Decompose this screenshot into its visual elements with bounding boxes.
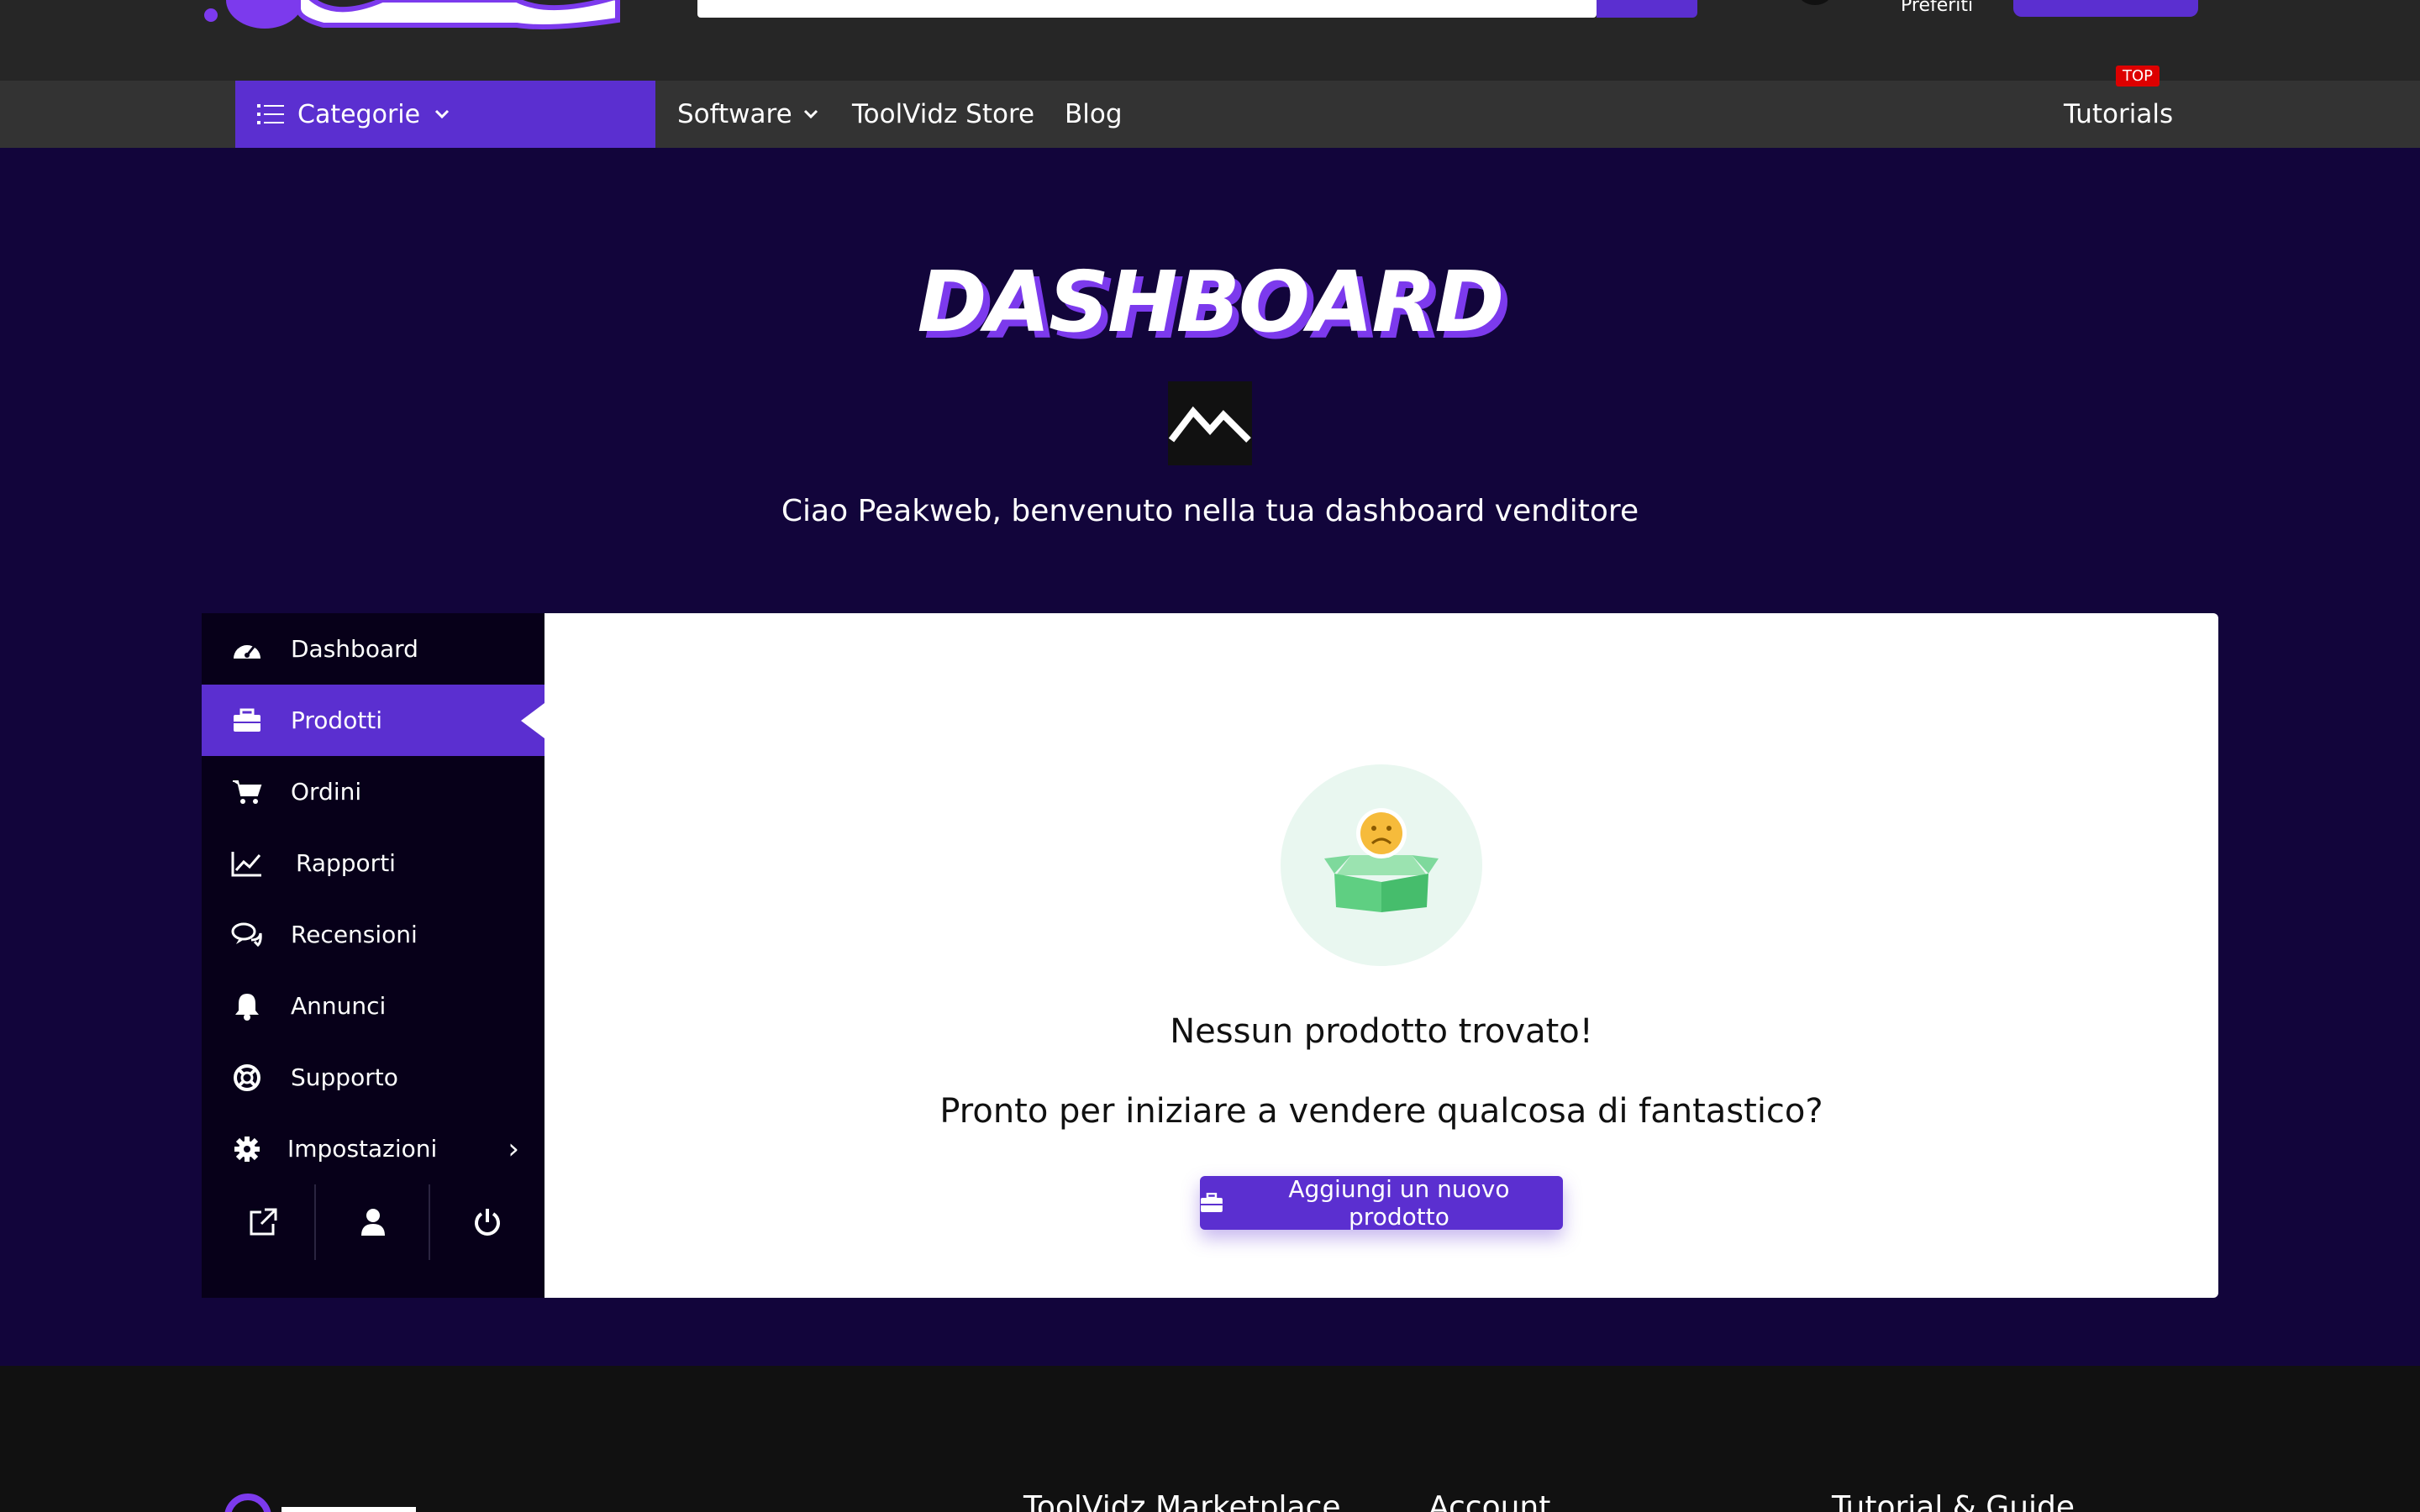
site-logo[interactable]	[197, 0, 634, 30]
products-panel: Nessun prodotto trovato! Pronto per iniz…	[544, 613, 2218, 1298]
sidebar-item-support[interactable]: Supporto	[202, 1042, 544, 1113]
sidebar-item-label: Impostazioni	[287, 1135, 438, 1163]
vendor-sidebar: Dashboard Prodotti Ordini Rapporti Recen…	[202, 613, 544, 1298]
sidebar-item-announcements[interactable]: Annunci	[202, 970, 544, 1042]
footer-col-marketplace: ToolVidz Marketplace	[1023, 1490, 1341, 1512]
nav-blog-label: Blog	[1065, 99, 1123, 129]
favorites-link[interactable]: Preferiti	[1901, 0, 1973, 16]
briefcase-icon	[1200, 1193, 1223, 1212]
account-icon[interactable]	[1798, 0, 1832, 5]
visit-store-button[interactable]	[206, 1180, 320, 1264]
lifebuoy-icon	[230, 1061, 264, 1095]
sidebar-item-label: Rapporti	[296, 849, 396, 877]
cart-icon	[230, 775, 264, 809]
chart-line-icon	[230, 847, 264, 880]
logout-button[interactable]	[430, 1180, 544, 1264]
sidebar-item-orders[interactable]: Ordini	[202, 756, 544, 827]
footer-col-account: Account	[1428, 1490, 1551, 1512]
footer-col-tutorials: Tutorial & Guide	[1832, 1490, 2075, 1512]
nav-tutorials-label: Tutorials	[2064, 99, 2174, 129]
main-navbar: Categorie Software ToolVidz Store Blog T…	[0, 81, 2420, 148]
nav-store-label: ToolVidz Store	[852, 99, 1035, 129]
sidebar-item-label: Supporto	[291, 1063, 398, 1091]
briefcase-icon	[230, 704, 264, 738]
sidebar-item-products[interactable]: Prodotti	[202, 685, 544, 756]
page-title: DASHBOARD	[917, 253, 1505, 351]
sidebar-item-label: Annunci	[291, 992, 387, 1020]
profile-button[interactable]	[316, 1180, 430, 1264]
add-new-product-button[interactable]: Aggiungi un nuovo prodotto	[1200, 1175, 1563, 1231]
power-icon	[475, 1209, 500, 1236]
nav-software[interactable]: Software	[677, 81, 819, 148]
site-footer: ToolVidz Marketplace Account Tutorial & …	[0, 1366, 2420, 1512]
tachometer-icon	[230, 633, 264, 666]
store-logo	[1168, 381, 1252, 465]
search-bar	[697, 0, 1697, 18]
sidebar-item-label: Recensioni	[291, 921, 418, 948]
nav-blog[interactable]: Blog	[1065, 81, 1123, 148]
comments-icon	[230, 918, 264, 952]
external-link-icon	[250, 1208, 277, 1236]
empty-state-subtitle: Pronto per iniziare a vendere qualcosa d…	[939, 1092, 1823, 1131]
nav-tutorials[interactable]: Tutorials	[2064, 81, 2173, 148]
chevron-down-icon	[803, 109, 818, 119]
categories-dropdown[interactable]: Categorie	[235, 81, 655, 148]
top-badge: TOP	[2116, 66, 2160, 87]
mountain-icon	[1168, 406, 1251, 443]
search-button[interactable]	[1597, 0, 1697, 18]
top-header: Preferiti	[0, 0, 2420, 81]
bell-icon	[230, 990, 264, 1023]
empty-state-title: Nessun prodotto trovato!	[1170, 1012, 1593, 1051]
empty-state-illustration	[1281, 764, 1482, 966]
sidebar-footer-actions	[202, 1180, 544, 1264]
sidebar-item-label: Ordini	[291, 778, 362, 806]
empty-box-icon	[1324, 808, 1439, 912]
chevron-down-icon	[435, 109, 450, 119]
add-button-label: Aggiungi un nuovo prodotto	[1288, 1175, 1510, 1231]
sidebar-item-dashboard[interactable]: Dashboard	[202, 613, 544, 685]
gear-icon	[230, 1132, 264, 1166]
categories-label: Categorie	[297, 99, 421, 129]
chevron-right-icon: ›	[508, 1131, 519, 1166]
sidebar-item-settings[interactable]: Impostazioni ›	[202, 1113, 544, 1184]
user-icon	[361, 1209, 385, 1236]
nav-toolvidz-store[interactable]: ToolVidz Store	[852, 81, 1034, 148]
sidebar-item-reports[interactable]: Rapporti	[202, 827, 544, 899]
nav-software-label: Software	[677, 99, 792, 129]
search-input[interactable]	[697, 0, 1597, 18]
sidebar-item-label: Dashboard	[291, 635, 418, 663]
footer-logo[interactable]	[214, 1494, 424, 1512]
sidebar-item-label: Prodotti	[291, 706, 383, 734]
sidebar-item-reviews[interactable]: Recensioni	[202, 899, 544, 970]
list-icon	[257, 104, 284, 124]
welcome-message: Ciao Peakweb, benvenuto nella tua dashbo…	[781, 494, 1639, 528]
header-cta-button[interactable]	[2013, 0, 2198, 17]
